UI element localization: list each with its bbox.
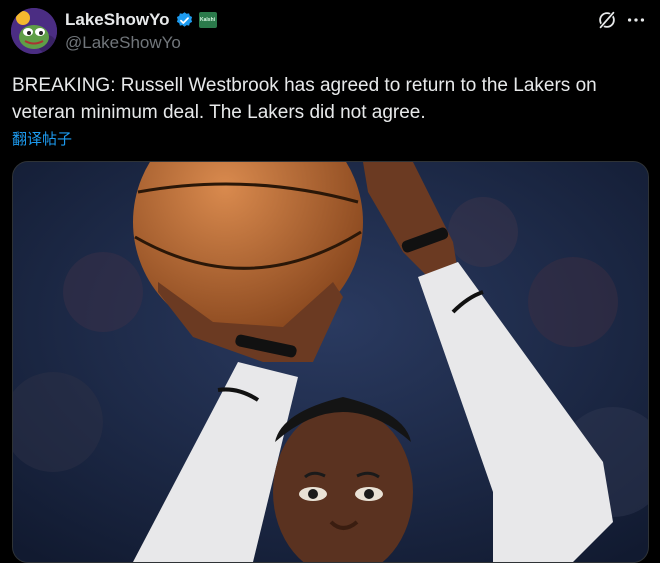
author-name-row: LakeShowYo Kalshi xyxy=(65,9,217,31)
tweet-media-image[interactable] xyxy=(12,161,649,563)
avatar[interactable] xyxy=(11,8,57,54)
tweet-text: BREAKING: Russell Westbrook has agreed t… xyxy=(12,75,597,123)
author-handle[interactable]: @LakeShowYo xyxy=(65,33,181,53)
translate-post-link[interactable]: 翻译帖子 xyxy=(12,128,72,149)
more-options-icon[interactable] xyxy=(625,9,647,31)
verified-badge-icon[interactable] xyxy=(175,11,194,30)
author-display-name[interactable]: LakeShowYo xyxy=(65,10,170,30)
affiliate-badge[interactable]: Kalshi xyxy=(198,12,217,28)
grok-icon[interactable] xyxy=(596,9,618,31)
